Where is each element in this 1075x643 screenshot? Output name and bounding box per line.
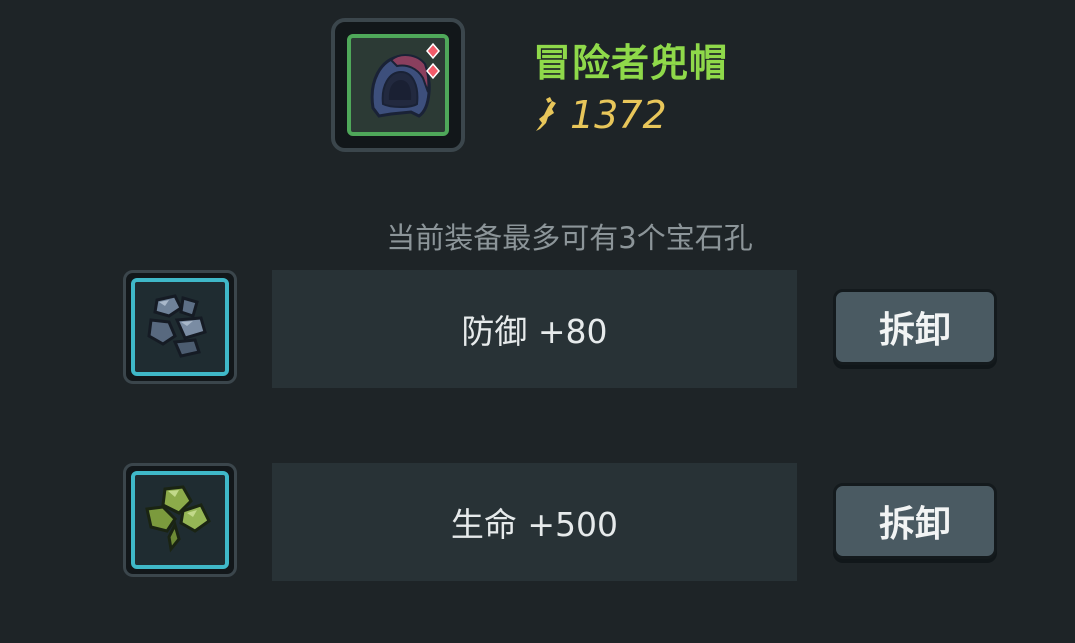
socket-hint-text: 当前装备最多可有3个宝石孔 — [386, 221, 753, 255]
remove-button-label: 拆卸 — [878, 310, 951, 351]
gem-slot-indicator-icon — [426, 42, 440, 80]
gem-slot-frame — [131, 278, 229, 376]
remove-gem-button-1[interactable]: 拆卸 — [833, 289, 997, 365]
green-gem-icon — [145, 485, 211, 553]
gem-stat-bar-1: 防御 +80 — [272, 270, 797, 388]
gem-stat-text: 生命 +500 — [450, 505, 619, 544]
remove-gem-button-2[interactable]: 拆卸 — [833, 483, 997, 559]
gem-socket-panel: 冒险者兜帽 1372 当前装备最多可有3个宝石孔 防御 +80 拆卸 生命 +5… — [0, 0, 1075, 643]
power-icon — [536, 97, 556, 131]
gem-slot-frame — [131, 471, 229, 569]
gray-gem-icon — [147, 294, 207, 358]
gem-stat-bar-2: 生命 +500 — [272, 463, 797, 581]
gem-slot-1[interactable] — [123, 270, 237, 384]
socket-hint: 当前装备最多可有3个宝石孔 — [0, 215, 1075, 257]
power-row: 1372 — [530, 90, 667, 140]
equipment-icon-frame — [347, 34, 449, 136]
item-name: 冒险者兜帽 — [533, 41, 729, 85]
power-value: 1372 — [570, 93, 667, 137]
gem-slot-2[interactable] — [123, 463, 237, 577]
equipment-slot[interactable] — [331, 18, 465, 152]
gem-stat-text: 防御 +80 — [461, 312, 608, 351]
remove-button-label: 拆卸 — [878, 504, 951, 545]
